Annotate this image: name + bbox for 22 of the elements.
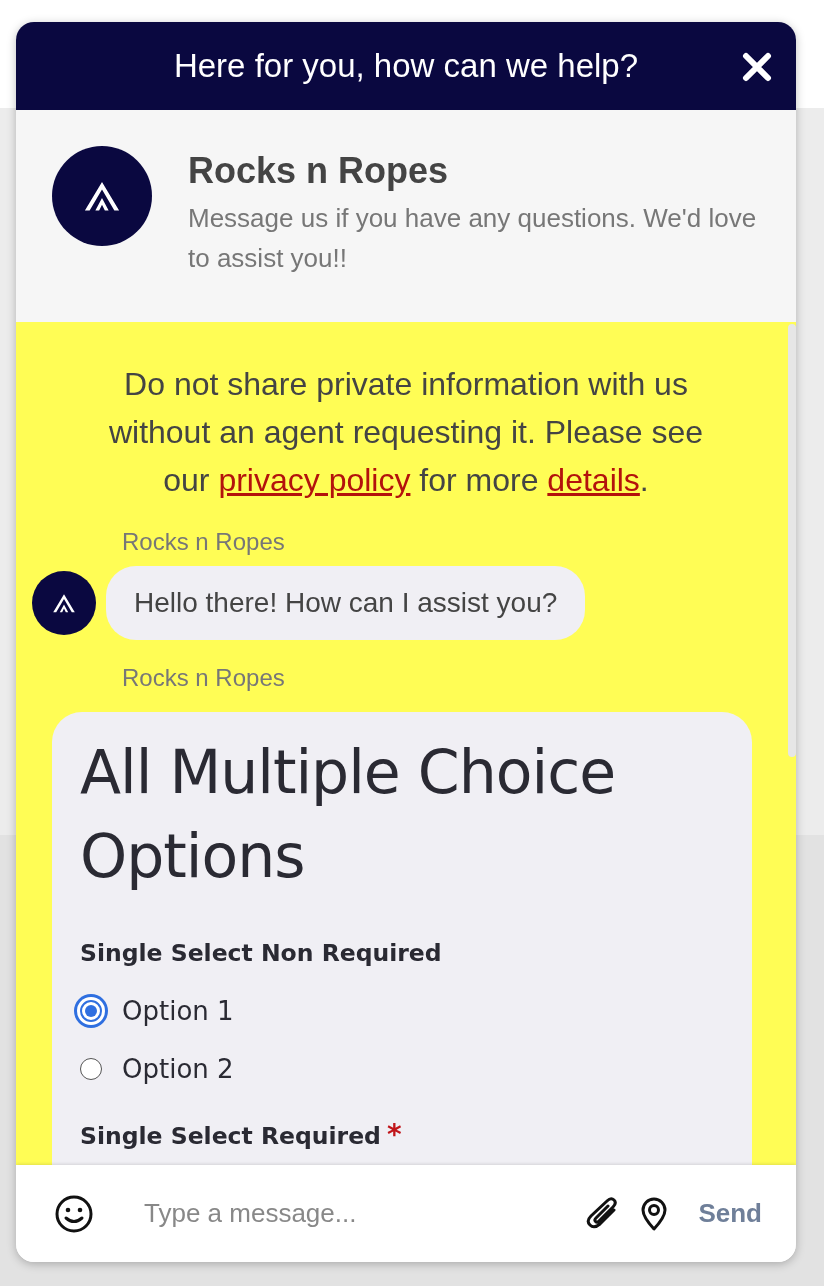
brand-description: Message us if you have any questions. We'd love to assist you!! [188, 202, 758, 275]
header-title: Here for you, how can we help? [173, 47, 639, 85]
question-label: Single Select Non Required [80, 938, 442, 968]
sender-name: Rocks n Ropes [122, 528, 286, 556]
privacy-notice: Do not share private information with us without an agent requesting it. Please see our privacy policy for more details. [107, 365, 705, 500]
message-bubble: Hello there! How can I assist you? [106, 566, 586, 640]
send-button[interactable]: Send [698, 1198, 762, 1229]
question-label: Single Select Required [80, 1121, 381, 1151]
location-pin-icon[interactable] [640, 1196, 669, 1231]
radio-button[interactable] [80, 1058, 102, 1080]
close-button[interactable] [740, 50, 774, 84]
logo-icon [52, 592, 76, 614]
option-label: Option 1 [122, 996, 234, 1026]
brand-name: Rocks n Ropes [188, 150, 450, 192]
notice-link[interactable]: privacy policy [218, 462, 411, 498]
sender-name: Rocks n Ropes [122, 664, 286, 692]
option-label: Option 2 [122, 1054, 234, 1084]
form-title: All Multiple Choice Options [80, 736, 617, 893]
emoji-icon[interactable] [54, 1193, 94, 1234]
message-input[interactable]: Type a message... [142, 1197, 569, 1230]
notice-link[interactable]: details [547, 462, 640, 498]
required-mark: * [386, 1120, 402, 1150]
